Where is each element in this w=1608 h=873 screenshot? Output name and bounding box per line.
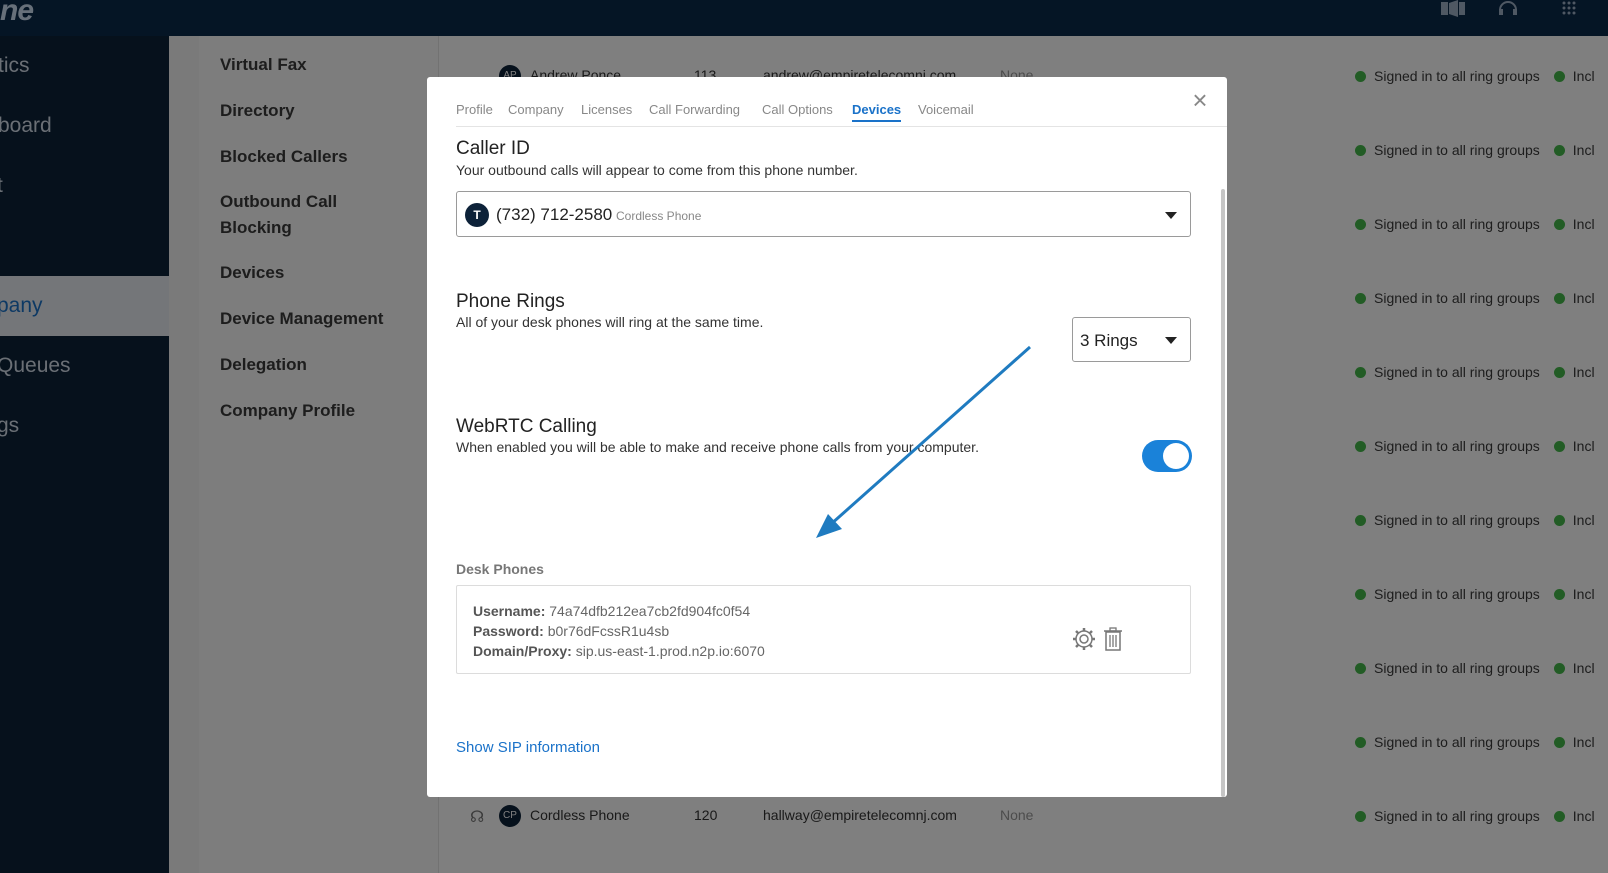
annotation-arrow-icon: [816, 345, 1031, 538]
